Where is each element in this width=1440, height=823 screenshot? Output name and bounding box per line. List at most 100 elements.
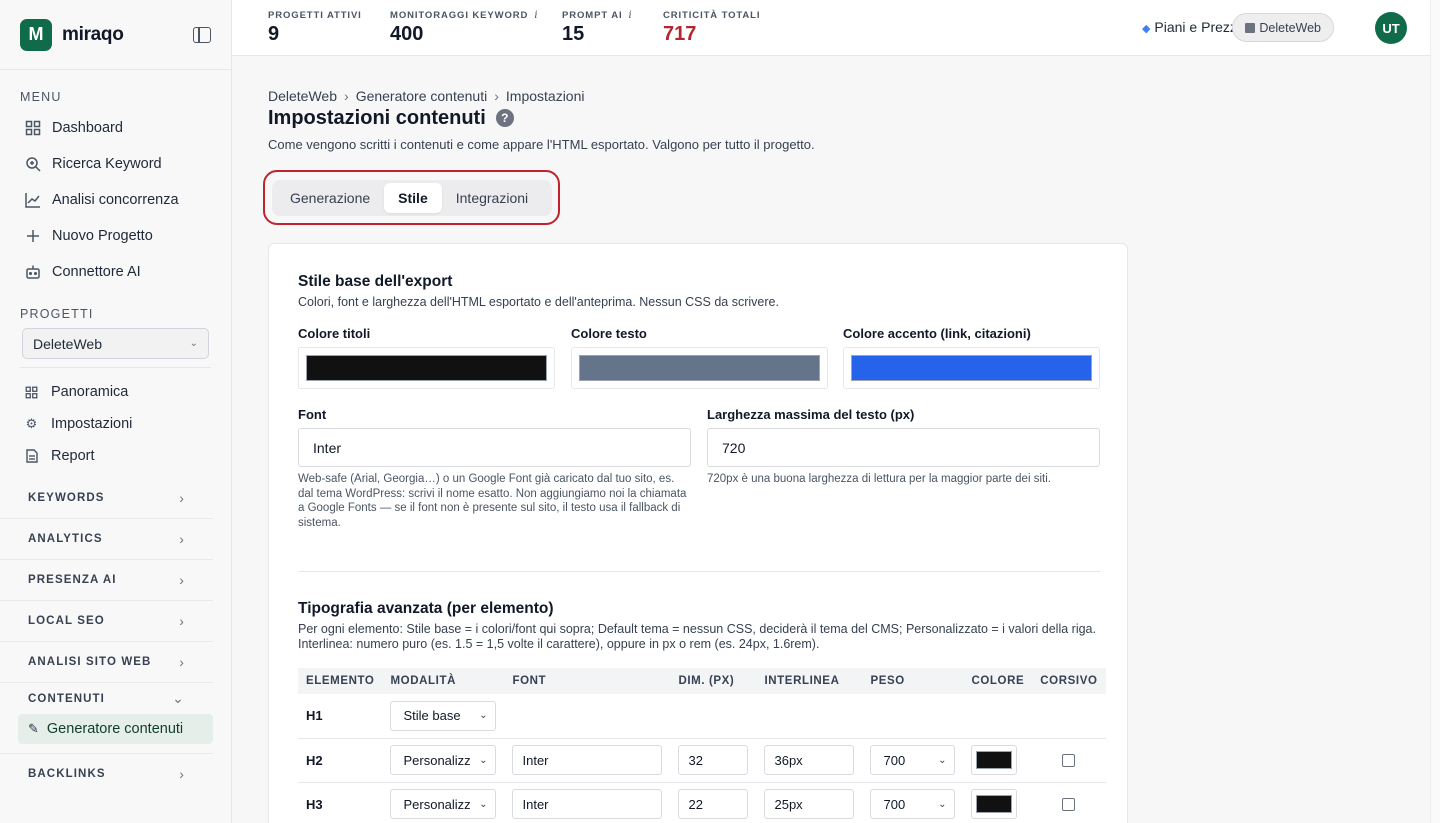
menu-item-keyword-research[interactable]: Ricerca Keyword — [0, 146, 231, 182]
max-width-hint: 720px è una buona larghezza di lettura p… — [707, 473, 1051, 485]
group-contenuti[interactable]: CONTENUTI ⌄ — [0, 682, 213, 714]
color-swatch — [306, 355, 547, 381]
color-picker[interactable] — [971, 745, 1018, 775]
max-width-input[interactable]: 720 — [707, 428, 1100, 467]
italic-cell — [1032, 738, 1106, 783]
stat-value: 717 — [663, 23, 697, 45]
color-picker-titles[interactable] — [298, 347, 555, 389]
typography-table: ELEMENTO MODALITÀ FONT DIM. (PX) INTERLI… — [298, 668, 1106, 823]
color-label: Colore testo — [571, 326, 647, 341]
element-cell: H1 — [298, 694, 383, 739]
project-item-overview[interactable]: Panoramica — [0, 376, 231, 408]
chevron-down-icon: ⌄ — [479, 798, 488, 810]
chevron-down-icon: ⌄ — [189, 338, 198, 349]
group-presenza-ai[interactable]: PRESENZA AI › — [0, 559, 213, 600]
grid-icon — [24, 386, 39, 399]
color-label: Colore titoli — [298, 326, 371, 341]
italic-checkbox[interactable] — [1062, 797, 1076, 811]
color-swatch — [579, 355, 820, 381]
font-input[interactable]: Inter — [298, 428, 691, 467]
table-row: H1 Stile base ⌄ — [298, 694, 1106, 739]
font-input[interactable]: Inter — [512, 745, 663, 775]
chevron-down-icon: ⌄ — [479, 710, 488, 722]
workspace-label: DeleteWeb — [1259, 20, 1321, 35]
workspace-button[interactable]: DeleteWeb — [1232, 13, 1334, 42]
size-cell: 22 — [670, 782, 757, 823]
scrollbar[interactable] — [1430, 0, 1440, 823]
mode-select-value: Personalizz — [403, 752, 471, 768]
plans-link[interactable]: ◆ Piani e Prezzi — [1142, 19, 1240, 35]
menu-item-competition[interactable]: Analisi concorrenza — [0, 182, 231, 218]
project-item-report[interactable]: Report — [0, 440, 231, 472]
mode-cell: Stile base ⌄ — [382, 694, 505, 739]
weight-cell: 700 ⌄ — [862, 782, 964, 823]
project-item-label: Impostazioni — [51, 416, 133, 432]
group-label: KEYWORDS — [28, 491, 105, 504]
search-icon — [24, 156, 41, 173]
size-input[interactable]: 22 — [678, 789, 749, 819]
italic-checkbox[interactable] — [1062, 753, 1076, 767]
avatar[interactable]: UT — [1375, 12, 1407, 44]
project-select[interactable]: DeleteWeb ⌄ — [22, 328, 209, 359]
section-title: Tipografia avanzata (per elemento) — [298, 600, 554, 617]
tabs: Generazione Stile Integrazioni — [272, 180, 552, 216]
tab-generation[interactable]: Generazione — [276, 183, 384, 213]
group-local-seo[interactable]: LOCAL SEO › — [0, 600, 213, 641]
group-analytics[interactable]: ANALYTICS › — [0, 518, 213, 559]
line-height-cell: 25px — [756, 782, 863, 823]
size-input[interactable]: 32 — [678, 745, 749, 775]
group-label: ANALISI SITO WEB — [28, 656, 152, 668]
group-label: ANALYTICS — [28, 533, 103, 545]
color-picker[interactable] — [971, 789, 1018, 819]
breadcrumb-item[interactable]: DeleteWeb — [268, 88, 337, 104]
chevron-right-icon: › — [179, 613, 185, 629]
color-picker-accent[interactable] — [843, 347, 1100, 389]
menu-item-label: Nuovo Progetto — [52, 228, 153, 244]
chevron-down-icon: ⌄ — [938, 798, 947, 810]
mode-select[interactable]: Personalizz ⌄ — [390, 789, 497, 819]
page-subtitle: Come vengono scritti i contenuti e come … — [268, 137, 815, 152]
project-item-settings[interactable]: ⚙ Impostazioni — [0, 408, 231, 440]
breadcrumb-item[interactable]: Generatore contenuti — [356, 88, 488, 104]
color-swatch — [851, 355, 1092, 381]
group-analisi-sito[interactable]: ANALISI SITO WEB › — [0, 641, 213, 682]
section-desc: Colori, font e larghezza dell'HTML espor… — [298, 295, 779, 309]
color-swatch — [976, 795, 1013, 813]
menu-item-new-project[interactable]: Nuovo Progetto — [0, 218, 231, 254]
page-title: Impostazioni contenuti? — [268, 107, 514, 130]
help-icon[interactable]: ? — [495, 109, 514, 127]
font-input[interactable]: Inter — [512, 789, 663, 819]
stat-active-projects: PROGETTI ATTIVI 9 — [268, 10, 362, 46]
chevron-down-icon: ⌄ — [938, 754, 947, 766]
group-keywords[interactable]: KEYWORDS › — [0, 477, 213, 518]
stat-label: CRITICITÀ TOTALI — [663, 10, 761, 21]
sidebar-item-content-generator[interactable]: ✎ Generatore contenuti — [18, 714, 213, 744]
sidebar: M miraqo MENU Dashboard Ricerca Keyword … — [0, 0, 232, 823]
sidebar-toggle-icon[interactable] — [193, 26, 211, 43]
tab-integrations[interactable]: Integrazioni — [442, 183, 542, 213]
line-height-input[interactable]: 25px — [764, 789, 855, 819]
line-height-input[interactable]: 36px — [764, 745, 855, 775]
menu-item-ai-connector[interactable]: Connettore AI — [0, 254, 231, 290]
font-hint: Web-safe (Arial, Georgia…) o un Google F… — [298, 473, 687, 529]
menu-item-dashboard[interactable]: Dashboard — [0, 110, 231, 146]
info-icon[interactable]: i — [629, 10, 633, 21]
mode-select-value: Personalizz — [403, 796, 471, 812]
info-icon[interactable]: i — [534, 10, 538, 21]
tab-style[interactable]: Stile — [384, 183, 442, 213]
group-backlinks[interactable]: BACKLINKS › — [0, 753, 213, 794]
weight-select[interactable]: 700 ⌄ — [870, 745, 956, 775]
table-header-row: ELEMENTO MODALITÀ FONT DIM. (PX) INTERLI… — [298, 668, 1106, 694]
color-picker-text[interactable] — [571, 347, 828, 389]
menu-item-label: Analisi concorrenza — [52, 192, 179, 208]
breadcrumb-separator: › — [344, 88, 349, 104]
top-bar: PROGETTI ATTIVI 9 MONITORAGGI KEYWORD i 4… — [232, 0, 1440, 56]
chevron-right-icon: › — [179, 654, 185, 670]
logo[interactable]: M — [20, 18, 52, 51]
weight-select[interactable]: 700 ⌄ — [870, 789, 956, 819]
plans-label: Piani e Prezzi — [1154, 19, 1240, 35]
mode-select[interactable]: Personalizz ⌄ — [390, 745, 497, 775]
project-item-label: Panoramica — [51, 384, 129, 400]
column-header: COLORE — [963, 668, 1033, 694]
mode-select[interactable]: Stile base ⌄ — [390, 700, 497, 731]
